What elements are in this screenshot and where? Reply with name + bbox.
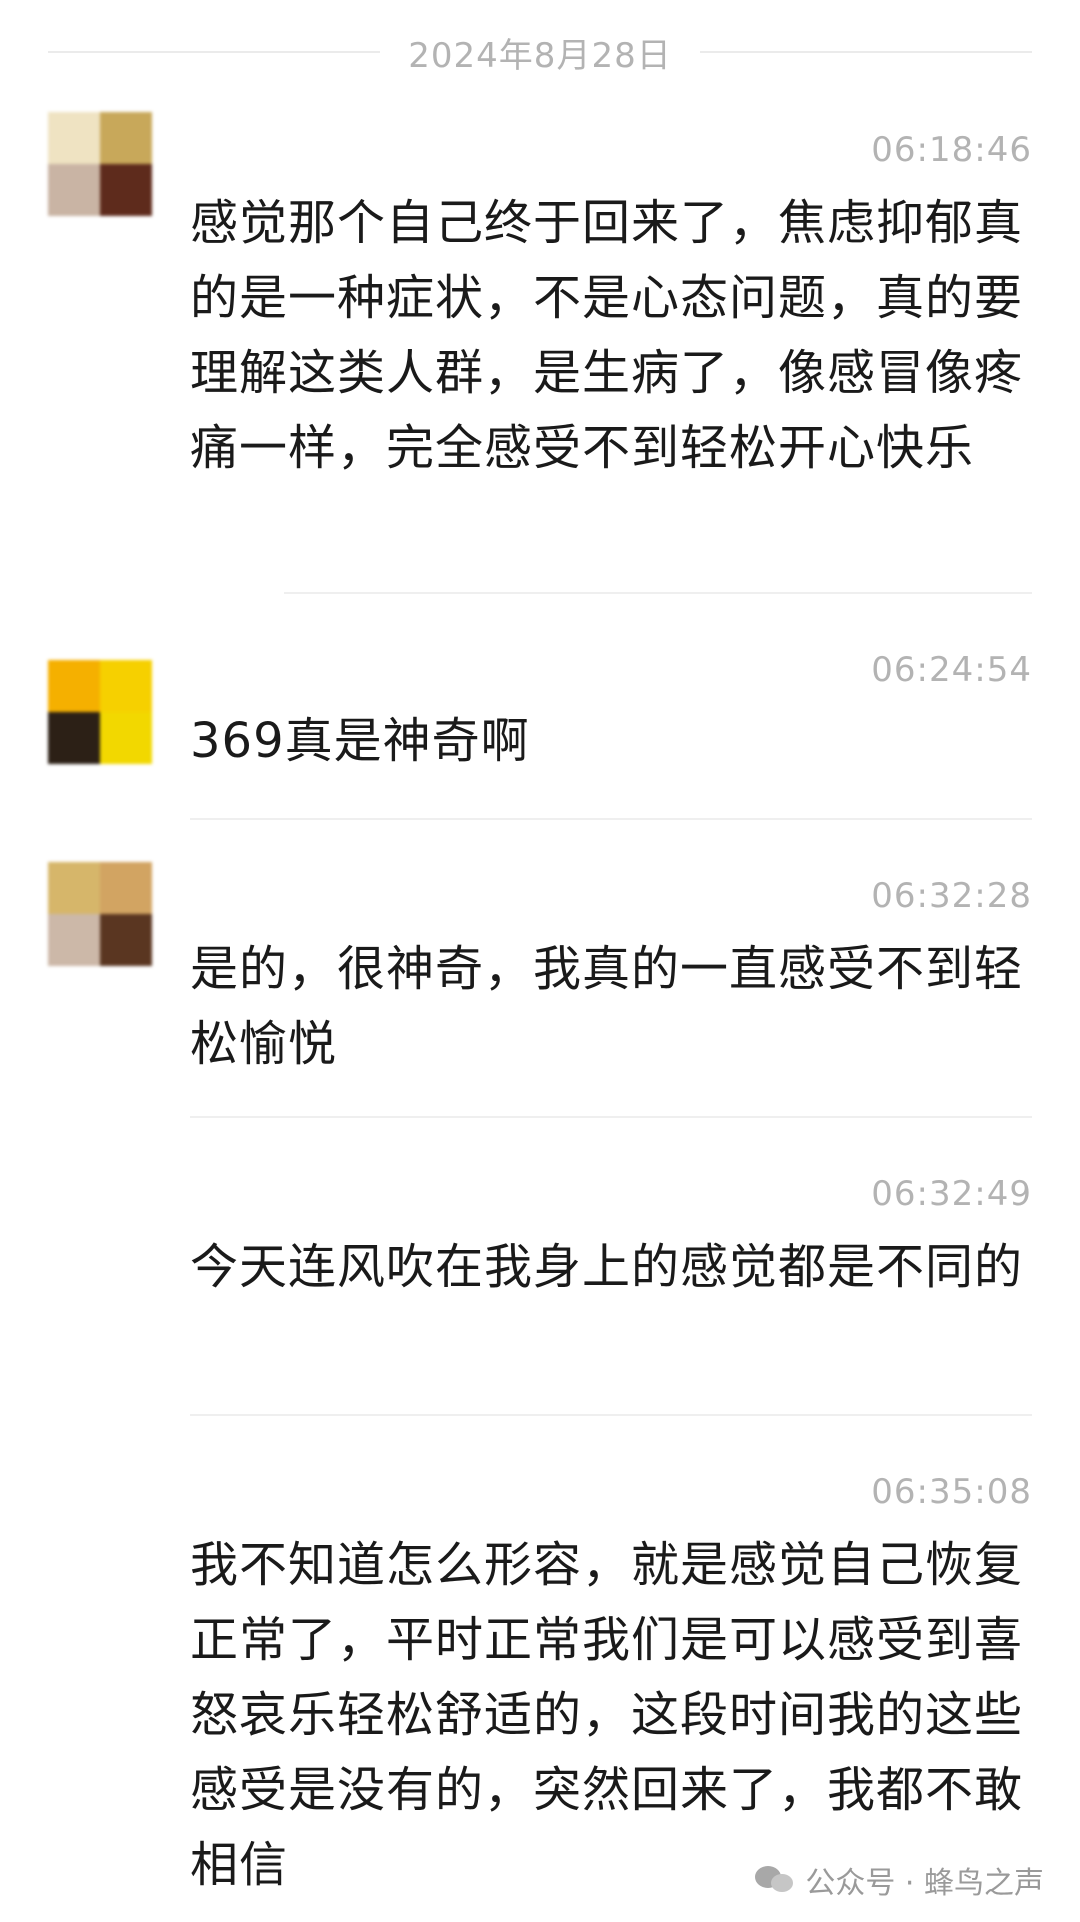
message-divider [190,818,1032,820]
avatar-tile [100,712,152,764]
message-time: 06:18:46 [871,130,1032,170]
avatar[interactable] [48,862,152,966]
message-text: 我不知道怎么形容，就是感觉自己恢复正常了，平时正常我们是可以感受到喜怒哀乐轻松舒… [190,1537,1024,1893]
message-item[interactable]: 06:24:54 369真是神奇啊 [48,650,1032,820]
avatar[interactable] [48,660,152,764]
avatar-tile [100,112,152,164]
message-text: 今天连风吹在我身上的感觉都是不同的 [190,1239,1024,1295]
message-text: 369真是神奇啊 [190,713,530,769]
message-time: 06:32:28 [871,876,1032,916]
message-divider [284,592,1032,594]
avatar-tile [100,862,152,914]
avatar-tile [48,914,100,966]
avatar[interactable] [48,112,152,216]
message-item[interactable]: 06:18:46 感觉那个自己终于回来了，焦虑抑郁真的是一种症状，不是心态问题，… [48,112,1032,592]
message-time: 06:32:49 [871,1174,1032,1214]
message-divider [190,1414,1032,1416]
message-text: 感觉那个自己终于回来了，焦虑抑郁真的是一种症状，不是心态问题，真的要理解这类人群… [190,195,1024,476]
avatar-tile [48,862,100,914]
date-separator: 2024年8月28日 [48,22,1032,82]
avatar-tile [48,112,100,164]
avatar-tile [48,660,100,712]
message-divider [190,1116,1032,1118]
watermark-text: 公众号 · 蜂鸟之声 [805,1866,1044,1901]
wechat-icon [755,1864,795,1896]
avatar-tile [100,660,152,712]
date-separator-line-left [48,51,381,53]
date-separator-line-right [699,51,1032,53]
date-label: 2024年8月28日 [408,35,672,76]
avatar-tile [48,164,100,216]
message-item[interactable]: 06:32:49 今天连风吹在我身上的感觉都是不同的 [48,1160,1032,1410]
message-time: 06:35:08 [871,1472,1032,1512]
avatar-tile [48,712,100,764]
avatar-tile [100,914,152,966]
message-item[interactable]: 06:35:08 我不知道怎么形容，就是感觉自己恢复正常了，平时正常我们是可以感… [48,1458,1032,1918]
watermark: 公众号 · 蜂鸟之声 [755,1858,1044,1902]
message-text: 是的，很神奇，我真的一直感受不到轻松愉悦 [190,941,1024,1072]
message-item[interactable]: 06:32:28 是的，很神奇，我真的一直感受不到轻松愉悦 [48,862,1032,1112]
avatar-tile [100,164,152,216]
message-time: 06:24:54 [871,650,1032,690]
